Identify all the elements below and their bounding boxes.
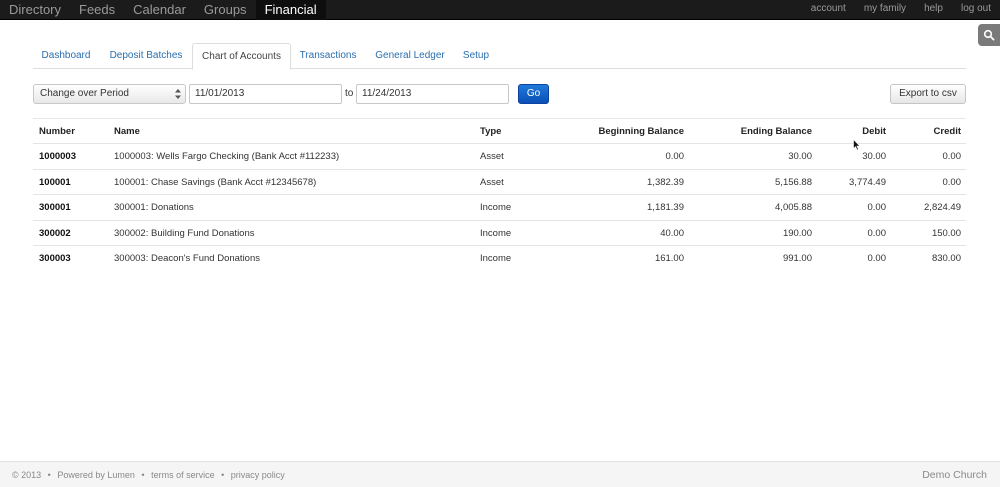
cell-name: 100001: Chase Savings (Bank Acct #123456… [114, 176, 317, 188]
mouse-cursor-icon [853, 139, 861, 151]
cell-name: 300002: Building Fund Donations [114, 227, 255, 239]
table-row[interactable]: 300003 300003: Deacon's Fund Donations I… [33, 246, 966, 272]
period-select[interactable]: Change over Period [33, 84, 186, 104]
search-icon [983, 29, 995, 41]
footer-separator: • [221, 470, 225, 480]
footer-links: © 2013 • Powered by Lumen • terms of ser… [12, 462, 289, 487]
side-search-button[interactable] [978, 24, 1000, 46]
header-beginning-balance[interactable]: Beginning Balance [598, 119, 684, 144]
cell-debit: 30.00 [862, 151, 886, 162]
cell-number: 300003 [39, 253, 71, 265]
tab-deposit-batches[interactable]: Deposit Batches [102, 43, 190, 69]
cell-credit: 830.00 [931, 253, 961, 265]
cell-credit: 0.00 [942, 176, 962, 188]
cell-ending-balance: 991.00 [782, 253, 812, 265]
table-header-row: Number Name Type Beginning Balance Endin… [33, 119, 966, 144]
user-nav: account my family help log out [802, 0, 1000, 20]
nav-feeds[interactable]: Feeds [70, 0, 124, 20]
cell-name: 300001: Donations [114, 202, 194, 214]
cell-ending-balance: 30.00 [788, 151, 812, 162]
header-number[interactable]: Number [39, 119, 75, 144]
cell-beginning-balance: 161.00 [654, 253, 684, 265]
cell-beginning-balance: 0.00 [665, 151, 685, 162]
cell-beginning-balance: 40.00 [660, 227, 684, 239]
nav-directory[interactable]: Directory [0, 0, 70, 20]
table-row[interactable]: 1000003 1000003: Wells Fargo Checking (B… [33, 144, 966, 170]
to-label: to [345, 88, 354, 99]
main-nav: Directory Feeds Calendar Groups Financia… [0, 0, 326, 20]
header-type[interactable]: Type [480, 119, 501, 144]
cell-beginning-balance: 1,181.39 [647, 202, 684, 214]
cell-type: Asset [480, 176, 504, 188]
start-date-input[interactable]: 11/01/2013 [189, 84, 342, 104]
table-row[interactable]: 300002 300002: Building Fund Donations I… [33, 221, 966, 247]
cell-number: 300002 [39, 227, 71, 239]
go-button[interactable]: Go [518, 84, 549, 104]
cell-number: 100001 [39, 176, 71, 188]
cell-beginning-balance: 1,382.39 [647, 176, 684, 188]
nav-my-family-link[interactable]: my family [855, 0, 915, 20]
nav-logout-link[interactable]: log out [952, 0, 1000, 20]
export-csv-button[interactable]: Export to csv [890, 84, 966, 104]
accounts-table: Number Name Type Beginning Balance Endin… [33, 119, 966, 272]
footer-powered-by[interactable]: Powered by Lumen [57, 470, 135, 480]
cell-ending-balance: 4,005.88 [775, 202, 812, 214]
cell-type: Income [480, 202, 512, 214]
nav-calendar[interactable]: Calendar [124, 0, 195, 20]
cell-number: 300001 [39, 202, 71, 214]
footer-separator: • [141, 470, 145, 480]
cell-credit: 150.00 [931, 227, 961, 239]
cell-number: 1000003 [39, 151, 76, 162]
cell-credit: 0.00 [942, 151, 962, 162]
cell-type: Income [480, 227, 512, 239]
cell-type: Asset [480, 151, 504, 162]
cell-debit: 3,774.49 [849, 176, 886, 188]
footer-copyright: © 2013 [12, 470, 42, 480]
cell-debit: 0.00 [867, 253, 887, 265]
cell-type: Income [480, 253, 512, 265]
cell-debit: 0.00 [867, 227, 887, 239]
footer-org-name: Demo Church [922, 469, 987, 481]
tab-setup[interactable]: Setup [458, 43, 494, 69]
cell-ending-balance: 5,156.88 [775, 176, 812, 188]
cell-debit: 0.00 [867, 202, 887, 214]
nav-financial[interactable]: Financial [255, 0, 326, 20]
tab-general-ledger[interactable]: General Ledger [369, 43, 451, 69]
page-footer: © 2013 • Powered by Lumen • terms of ser… [0, 461, 1000, 487]
financial-tabs: Dashboard Deposit Batches Chart of Accou… [33, 43, 966, 70]
cell-name: 1000003: Wells Fargo Checking (Bank Acct… [114, 151, 340, 162]
tab-dashboard[interactable]: Dashboard [33, 43, 99, 69]
tab-transactions[interactable]: Transactions [295, 43, 361, 69]
footer-privacy-link[interactable]: privacy policy [231, 470, 285, 480]
end-date-input[interactable]: 11/24/2013 [356, 84, 509, 104]
period-select-value: Change over Period [40, 88, 129, 99]
cell-name: 300003: Deacon's Fund Donations [114, 253, 260, 265]
top-nav-bar: Directory Feeds Calendar Groups Financia… [0, 0, 1000, 20]
header-ending-balance[interactable]: Ending Balance [741, 119, 812, 144]
nav-account-link[interactable]: account [802, 0, 855, 20]
footer-terms-link[interactable]: terms of service [151, 470, 215, 480]
select-arrows-icon [175, 89, 181, 99]
table-row[interactable]: 100001 100001: Chase Savings (Bank Acct … [33, 170, 966, 196]
tab-chart-of-accounts[interactable]: Chart of Accounts [192, 43, 291, 70]
table-row[interactable]: 300001 300001: Donations Income 1,181.39… [33, 195, 966, 221]
nav-help-link[interactable]: help [915, 0, 952, 20]
header-name[interactable]: Name [114, 119, 140, 144]
nav-groups[interactable]: Groups [195, 0, 256, 20]
header-credit[interactable]: Credit [934, 119, 961, 144]
header-debit[interactable]: Debit [862, 119, 886, 144]
cell-credit: 2,824.49 [924, 202, 961, 214]
footer-separator: • [47, 470, 51, 480]
cell-ending-balance: 190.00 [782, 227, 812, 239]
